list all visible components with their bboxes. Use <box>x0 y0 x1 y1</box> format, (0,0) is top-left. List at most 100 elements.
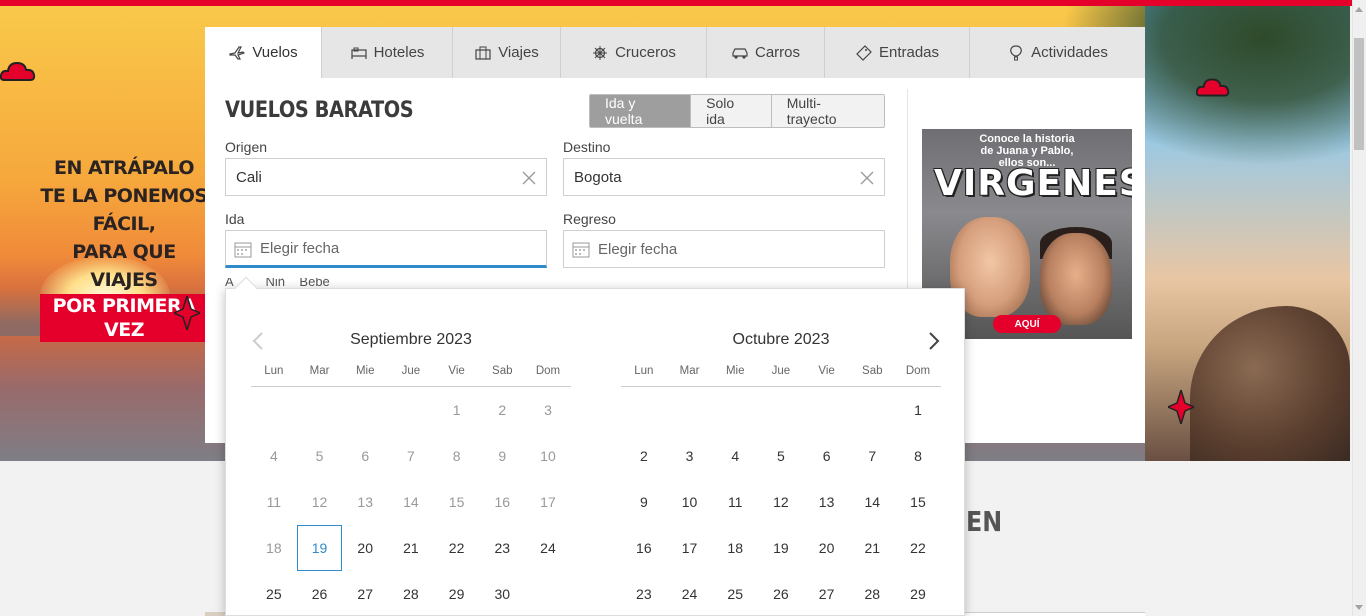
day-cell[interactable]: 12 <box>758 479 804 525</box>
day-cell[interactable]: 24 <box>667 571 713 616</box>
day-cell[interactable]: 28 <box>849 571 895 616</box>
day-grid: 1 2 3 4 5 6 7 8 9 10 11 12 13 14 15 16 17 18 19 20 21 22 23 24 2… <box>621 387 941 616</box>
tab-carros[interactable]: Carros <box>707 27 825 78</box>
tab-actividades[interactable]: Actividades <box>970 27 1145 78</box>
scroll-down-icon[interactable] <box>1352 599 1366 616</box>
ad-headline-line: Conoce la historia <box>979 133 1075 145</box>
day-cell[interactable]: 29 <box>434 571 480 616</box>
day-cell[interactable]: 6 <box>804 433 850 479</box>
weekday-label: Vie <box>448 365 465 377</box>
sparkle-icon <box>172 293 202 333</box>
destination-label: Destino <box>563 139 611 155</box>
day-cell[interactable]: 22 <box>434 525 480 571</box>
day-cell[interactable]: 14 <box>849 479 895 525</box>
day-cell[interactable]: 21 <box>849 525 895 571</box>
return-date-field[interactable]: Elegir fecha <box>563 230 885 268</box>
depart-label: Ida <box>225 211 245 227</box>
tab-label: Cruceros <box>615 44 676 61</box>
day-cell[interactable]: 20 <box>804 525 850 571</box>
day-cell[interactable]: 26 <box>297 571 343 616</box>
trip-oneway-button[interactable]: Solo ida <box>691 95 772 127</box>
day-cell[interactable]: 27 <box>342 571 388 616</box>
day-cell[interactable]: 7 <box>849 433 895 479</box>
day-cell[interactable]: 26 <box>758 571 804 616</box>
day-cell[interactable]: 18 <box>712 525 758 571</box>
day-cell[interactable]: 17 <box>667 525 713 571</box>
day-cell[interactable]: 2 <box>621 433 667 479</box>
day-cell[interactable]: 4 <box>712 433 758 479</box>
month-title: Septiembre 2023 <box>350 331 472 348</box>
day-cell[interactable]: 20 <box>342 525 388 571</box>
day-cell[interactable]: 21 <box>388 525 434 571</box>
day-cell-disabled: 12 <box>311 494 328 510</box>
tab-vuelos[interactable]: Vuelos <box>205 27 322 78</box>
balloon-icon <box>1007 44 1025 62</box>
calendar-icon <box>234 240 252 258</box>
day-cell[interactable]: 25 <box>712 571 758 616</box>
weekday-label: Dom <box>535 365 561 377</box>
day-cell-disabled: 15 <box>448 494 465 510</box>
origin-label: Origen <box>225 139 268 155</box>
day-cell[interactable]: 8 <box>895 433 941 479</box>
scrollbar-thumb[interactable] <box>1354 38 1364 150</box>
depart-date-field[interactable]: Elegir fecha <box>225 230 547 268</box>
day-cell-disabled: 18 <box>266 540 282 556</box>
origin-field[interactable]: Cali <box>225 158 547 196</box>
clear-destination-icon[interactable] <box>858 169 876 187</box>
tab-label: Entradas <box>878 44 940 61</box>
weekday-label: Vie <box>818 365 835 377</box>
tab-label: Vuelos <box>252 44 298 61</box>
promo-line: TE LA PONEMOS <box>40 185 208 207</box>
day-cell[interactable]: 5 <box>758 433 804 479</box>
weekday-label: Jue <box>771 365 791 377</box>
tab-entradas[interactable]: Entradas <box>825 27 970 78</box>
day-cell[interactable]: 10 <box>667 479 713 525</box>
day-cell-today[interactable]: 19 <box>296 525 343 571</box>
trip-type-toggle: Ida y vuelta Solo ida Multi-trayecto <box>589 94 885 128</box>
sparkle-icon <box>1166 387 1196 427</box>
ad-headline-line: de Juana y Pablo, <box>980 145 1074 157</box>
ad-cta-button[interactable]: AQUÍ <box>993 315 1061 333</box>
day-cell[interactable]: 24 <box>525 525 571 571</box>
day-cell[interactable]: 27 <box>804 571 850 616</box>
day-empty <box>297 387 343 433</box>
day-cell[interactable]: 19 <box>758 525 804 571</box>
day-cell[interactable]: 28 <box>388 571 434 616</box>
weekday-label: Mie <box>725 365 745 377</box>
return-label: Regreso <box>563 211 616 227</box>
weekday-label: Lun <box>264 365 284 377</box>
day-cell-disabled: 16 <box>494 494 511 510</box>
car-icon <box>731 44 749 62</box>
weekday-header: Lun Mar Mie Jue Vie Sab Dom <box>621 365 941 387</box>
tab-hoteles[interactable]: Hoteles <box>322 27 453 78</box>
day-cell[interactable]: 25 <box>251 571 297 616</box>
day-cell[interactable]: 1 <box>895 387 941 433</box>
day-cell[interactable]: 9 <box>621 479 667 525</box>
day-empty <box>667 387 713 433</box>
day-cell-disabled: 11 <box>266 494 282 510</box>
day-cell[interactable]: 13 <box>804 479 850 525</box>
day-cell-disabled: 1 <box>452 402 461 418</box>
day-cell[interactable]: 15 <box>895 479 941 525</box>
product-tabs: Vuelos Hoteles Viajes Cruceros Carros En… <box>205 27 1145 78</box>
day-cell[interactable]: 30 <box>479 571 525 616</box>
promo-line: EN ATRÁPALO <box>54 157 195 179</box>
tab-cruceros[interactable]: Cruceros <box>561 27 707 78</box>
day-cell[interactable]: 23 <box>479 525 525 571</box>
day-cell[interactable]: 3 <box>667 433 713 479</box>
day-cell[interactable]: 23 <box>621 571 667 616</box>
month-september: Septiembre 2023 Lun Mar Mie Jue Vie Sab Dom 12… <box>251 329 571 616</box>
day-cell[interactable]: 11 <box>712 479 758 525</box>
trip-round-button[interactable]: Ida y vuelta <box>590 95 692 127</box>
trip-multicity-button[interactable]: Multi-trayecto <box>771 95 884 127</box>
tab-viajes[interactable]: Viajes <box>453 27 561 78</box>
day-cell-disabled: 17 <box>540 494 556 510</box>
day-cell[interactable]: 22 <box>895 525 941 571</box>
scroll-up-icon[interactable] <box>1352 0 1366 17</box>
day-cell[interactable]: 29 <box>895 571 941 616</box>
clear-origin-icon[interactable] <box>520 169 538 187</box>
tab-label: Carros <box>754 44 800 61</box>
day-empty <box>621 387 667 433</box>
destination-field[interactable]: Bogota <box>563 158 885 196</box>
day-cell[interactable]: 16 <box>621 525 667 571</box>
